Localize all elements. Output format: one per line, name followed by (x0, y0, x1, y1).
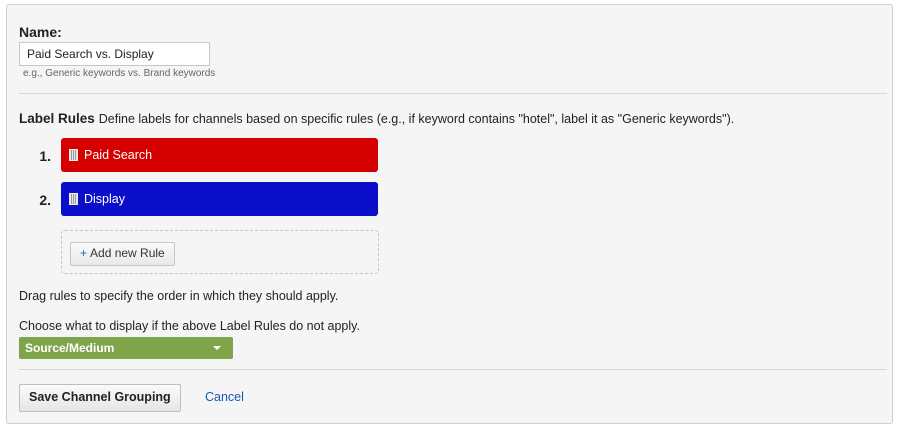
divider (19, 369, 887, 370)
rule-label: Display (84, 192, 125, 206)
add-rule-label: Add new Rule (90, 246, 165, 260)
divider (19, 93, 887, 94)
add-rule-dropzone: + Add new Rule (61, 230, 379, 274)
drag-hint: Drag rules to specify the order in which… (19, 289, 339, 303)
rule-number: 1. (39, 148, 51, 164)
rule-label: Paid Search (84, 148, 153, 162)
rule-number: 2. (39, 192, 51, 208)
label-rules-title: Label Rules (19, 111, 95, 126)
add-new-rule-button[interactable]: + Add new Rule (70, 242, 175, 266)
drag-handle-icon[interactable] (69, 193, 78, 205)
rule-display[interactable]: Display (61, 182, 378, 216)
cancel-link[interactable]: Cancel (205, 390, 244, 404)
fallback-value: Source/Medium (25, 341, 115, 355)
save-channel-grouping-button[interactable]: Save Channel Grouping (19, 384, 181, 412)
fallback-prompt: Choose what to display if the above Labe… (19, 319, 360, 333)
fallback-select[interactable]: Source/Medium (19, 337, 233, 359)
channel-grouping-panel: Name: Paid Search vs. Display e.g., Gene… (6, 4, 893, 424)
label-rules-header: Label Rules Define labels for channels ba… (19, 111, 734, 126)
name-input[interactable]: Paid Search vs. Display (19, 42, 210, 66)
chevron-down-icon (213, 346, 221, 350)
name-label: Name: (19, 24, 62, 40)
plus-icon: + (80, 246, 88, 260)
drag-handle-icon[interactable] (69, 149, 78, 161)
name-hint: e.g., Generic keywords vs. Brand keyword… (23, 68, 216, 79)
label-rules-description: Define labels for channels based on spec… (98, 112, 735, 126)
rule-paid-search[interactable]: Paid Search (61, 138, 378, 172)
